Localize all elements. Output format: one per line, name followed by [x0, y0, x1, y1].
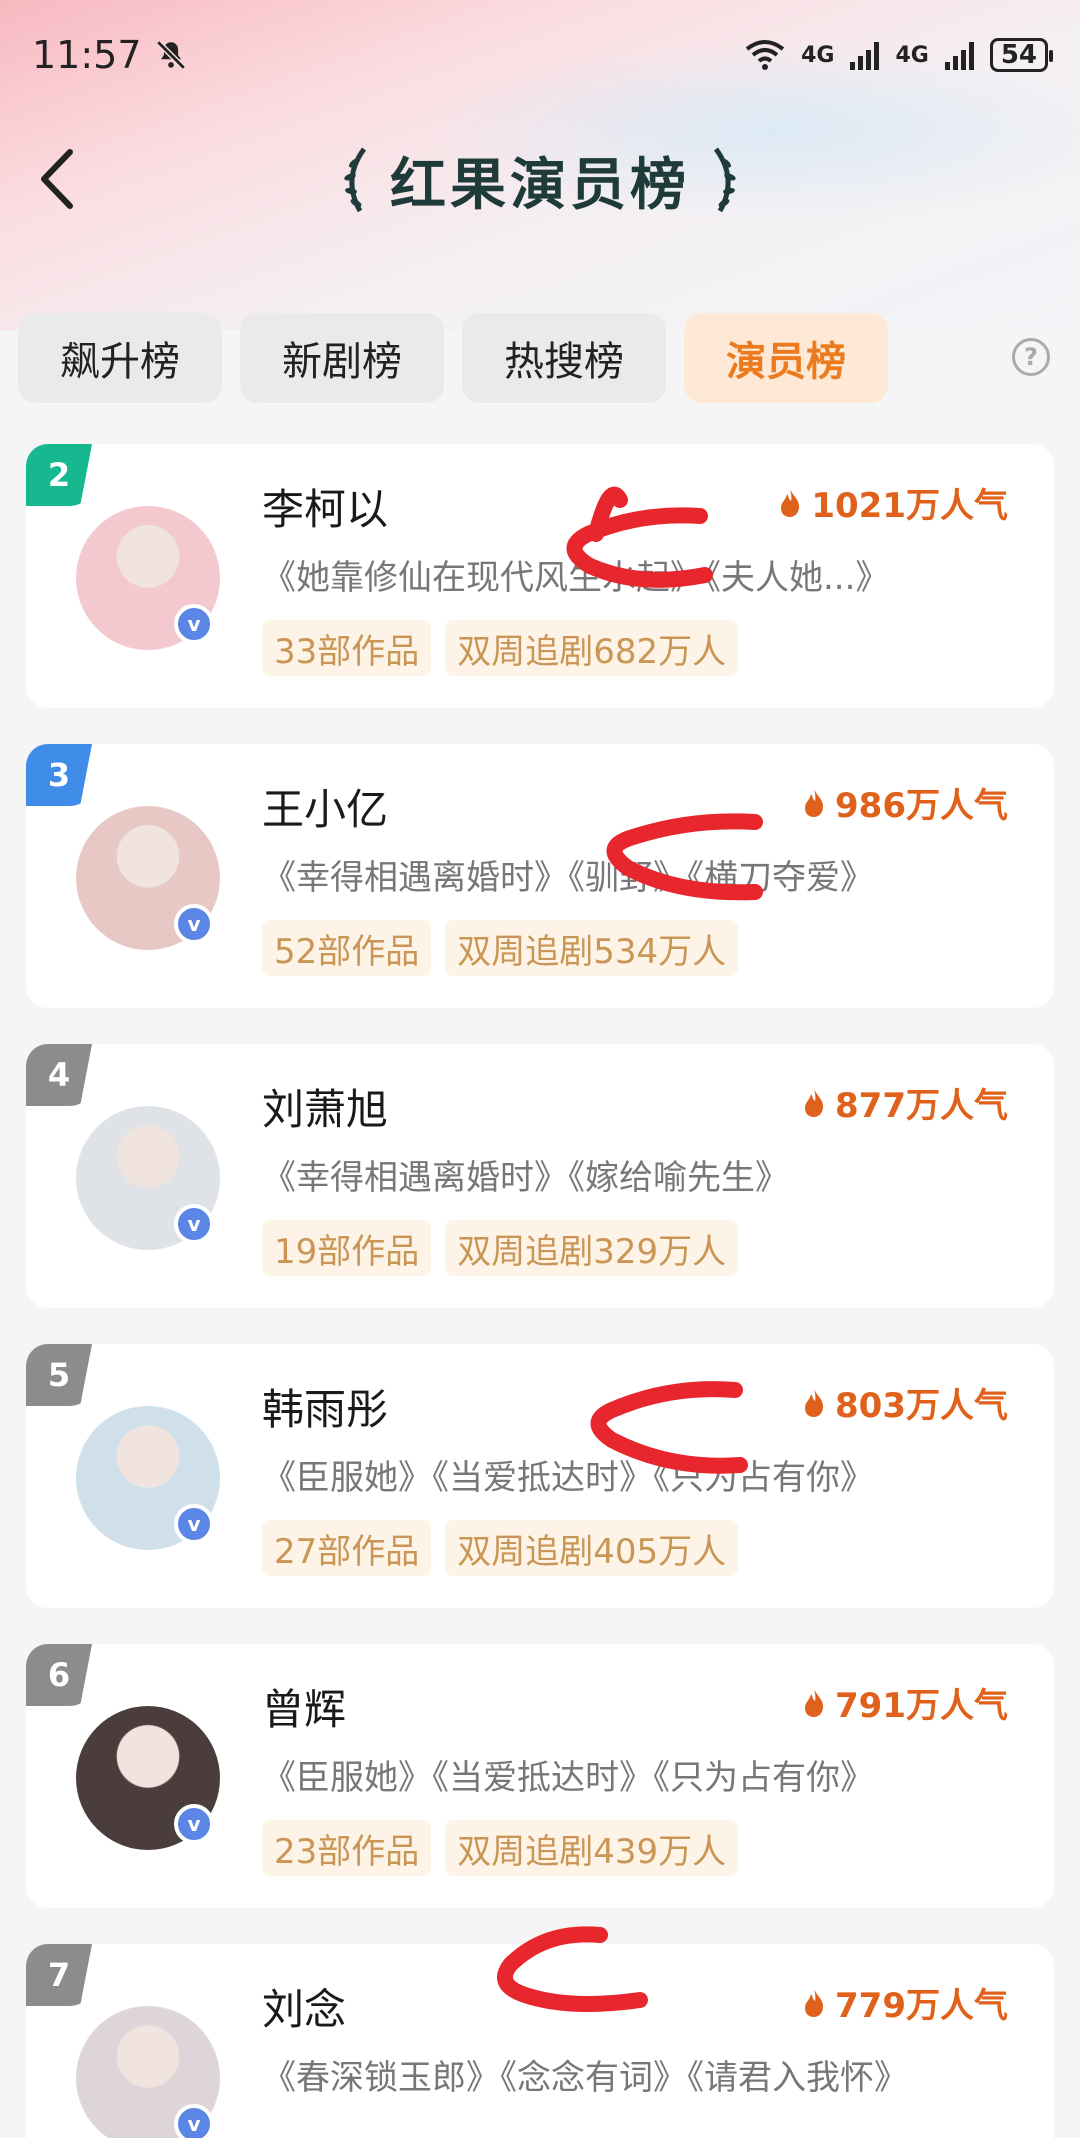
tag-row: 19部作品 双周追剧329万人 [262, 1220, 739, 1276]
works-list: 《幸得相遇离婚时》《嫁给喻先生》 [262, 1158, 789, 1198]
flame-icon [781, 488, 800, 517]
rank-badge: 2 [26, 444, 92, 506]
tab-hot-search[interactable]: 热搜榜 [462, 313, 666, 403]
tab-actors[interactable]: 演员榜 [684, 313, 888, 403]
works-count-tag: 27部作品 [262, 1520, 432, 1576]
network-type-2: 4G [895, 42, 929, 68]
flame-icon [805, 1088, 824, 1117]
works-count-tag: 33部作品 [262, 620, 432, 676]
works-list: 《春深锁玉郎》《念念有词》《请君入我怀》 [262, 2058, 908, 2098]
popularity: 986万人气 [803, 778, 1008, 827]
laurel-left-icon [344, 147, 367, 213]
followers-tag: 双周追剧534万人 [445, 920, 739, 976]
signal-icon-2 [944, 40, 974, 70]
popularity: 877万人气 [803, 1078, 1008, 1127]
help-icon[interactable]: ? [1012, 338, 1050, 376]
popularity-value: 791万人气 [835, 1686, 1008, 1726]
actor-name: 韩雨彤 [262, 1385, 389, 1434]
popularity: 1021万人气 [779, 478, 1008, 527]
works-list: 《臣服她》《当爱抵达时》《只为占有你》 [262, 1758, 874, 1798]
popularity: 779万人气 [803, 1978, 1008, 2027]
actor-name: 刘萧旭 [262, 1085, 389, 1134]
tag-row: 27部作品 双周追剧405万人 [262, 1520, 739, 1576]
network-type-1: 4G [801, 42, 835, 68]
works-count-tag: 19部作品 [262, 1220, 432, 1276]
popularity-value: 803万人气 [835, 1386, 1008, 1426]
rank-badge: 5 [26, 1344, 92, 1406]
verified-icon: v [174, 1204, 214, 1244]
ranking-tabs: 飙升榜 新剧榜 热搜榜 演员榜 ? [18, 312, 1078, 404]
tag-row: 52部作品 双周追剧534万人 [262, 920, 739, 976]
back-arrow-icon[interactable] [30, 144, 90, 214]
tab-label: 演员榜 [726, 339, 846, 385]
wifi-icon [745, 40, 785, 70]
tag-row: 23部作品 双周追剧439万人 [262, 1820, 739, 1876]
flame-icon [805, 1988, 824, 2017]
rank-badge: 4 [26, 1044, 92, 1106]
verified-icon: v [174, 2104, 214, 2138]
page-header: 红果演员榜 [0, 120, 1080, 240]
rank-badge: 6 [26, 1644, 92, 1706]
verified-icon: v [174, 604, 214, 644]
actor-card[interactable]: 5 v 韩雨彤 803万人气 《臣服她》《当爱抵达时》《只为占有你》 27部作品… [26, 1344, 1054, 1608]
tag-row: 33部作品 双周追剧682万人 [262, 620, 739, 676]
works-list: 《幸得相遇离婚时》《驯野》《横刀夺爱》 [262, 858, 874, 898]
flame-icon [805, 788, 824, 817]
actor-name: 曾辉 [262, 1685, 347, 1734]
rank-badge: 3 [26, 744, 92, 806]
tab-label: 热搜榜 [504, 339, 624, 385]
followers-tag: 双周追剧329万人 [445, 1220, 739, 1276]
tab-new-drama[interactable]: 新剧榜 [240, 313, 444, 403]
verified-icon: v [174, 904, 214, 944]
tab-label: 新剧榜 [282, 339, 402, 385]
actor-name: 王小亿 [262, 785, 389, 834]
flame-icon [805, 1688, 824, 1717]
verified-icon: v [174, 1804, 214, 1844]
rank-badge: 7 [26, 1944, 92, 2006]
actor-list: 2 v 李柯以 1021万人气 《她靠修仙在现代风生水起》《夫人她...》 33… [26, 444, 1054, 2138]
signal-icon [850, 40, 880, 70]
works-list: 《臣服她》《当爱抵达时》《只为占有你》 [262, 1458, 874, 1498]
followers-tag: 双周追剧439万人 [445, 1820, 739, 1876]
popularity: 803万人气 [803, 1378, 1008, 1427]
popularity-value: 986万人气 [835, 786, 1008, 826]
page-title: 红果演员榜 [390, 152, 690, 218]
followers-tag: 双周追剧405万人 [445, 1520, 739, 1576]
popularity-value: 877万人气 [835, 1086, 1008, 1126]
laurel-right-icon [713, 147, 736, 213]
works-list: 《她靠修仙在现代风生水起》《夫人她...》 [262, 558, 890, 598]
popularity-value: 1021万人气 [811, 486, 1008, 526]
verified-icon: v [174, 1504, 214, 1544]
actor-card[interactable]: 6 v 曾辉 791万人气 《臣服她》《当爱抵达时》《只为占有你》 23部作品 … [26, 1644, 1054, 1908]
status-bar: 11:57 4G 4G 54 [0, 0, 1080, 110]
actor-name: 刘念 [262, 1985, 347, 2034]
works-count-tag: 52部作品 [262, 920, 432, 976]
works-count-tag: 23部作品 [262, 1820, 432, 1876]
mute-bell-icon [155, 40, 186, 70]
actor-card[interactable]: 7 v 刘念 779万人气 《春深锁玉郎》《念念有词》《请君入我怀》 [26, 1944, 1054, 2138]
battery-level: 54 [1000, 40, 1037, 70]
tab-soaring[interactable]: 飙升榜 [18, 313, 222, 403]
status-time: 11:57 [32, 33, 142, 77]
actor-card[interactable]: 4 v 刘萧旭 877万人气 《幸得相遇离婚时》《嫁给喻先生》 19部作品 双周… [26, 1044, 1054, 1308]
tab-label: 飙升榜 [60, 339, 180, 385]
actor-card[interactable]: 3 v 王小亿 986万人气 《幸得相遇离婚时》《驯野》《横刀夺爱》 52部作品… [26, 744, 1054, 1008]
popularity: 791万人气 [803, 1678, 1008, 1727]
actor-name: 李柯以 [262, 485, 389, 534]
followers-tag: 双周追剧682万人 [445, 620, 739, 676]
actor-card[interactable]: 2 v 李柯以 1021万人气 《她靠修仙在现代风生水起》《夫人她...》 33… [26, 444, 1054, 708]
popularity-value: 779万人气 [835, 1986, 1008, 2026]
battery-indicator: 54 [989, 38, 1054, 72]
flame-icon [805, 1388, 824, 1417]
